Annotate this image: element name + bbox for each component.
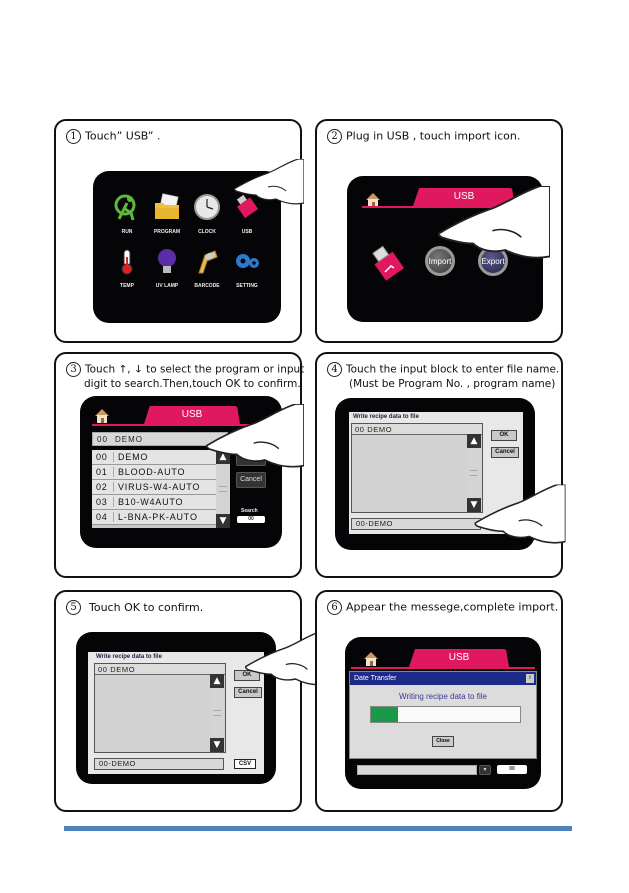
list-item[interactable]: 02 VIRUS-W4-AUTO	[92, 480, 216, 495]
csv-button[interactable]: CSV	[489, 519, 511, 529]
step-6-panel: 6 Appear the messege,complete import. USB…	[315, 590, 563, 812]
scroll-up-arrow-icon[interactable]: ▲	[210, 674, 224, 688]
usb-drive-icon	[233, 193, 261, 221]
search-label: Search	[241, 508, 258, 514]
scroll-up-arrow-icon[interactable]: ▲	[467, 434, 481, 448]
usb-screen: USB ▼ 00 Date Transfer x Writing recipe …	[345, 637, 541, 789]
usb-screen: USB Import Export	[347, 176, 543, 322]
tab-usb[interactable]: USB	[144, 406, 240, 424]
menu-item-usb[interactable]: USB	[227, 193, 267, 235]
running-man-icon	[113, 193, 141, 221]
menu-item-setting[interactable]: SETTING	[227, 247, 267, 289]
dialog-title-bar: Date Transfer x	[350, 672, 536, 685]
main-menu-screen: RUN PROGRAM CLOCK USB TEMP UV LAMP BARCO…	[93, 171, 281, 323]
step-4-caption: 4 Touch the input block to enter file nam…	[327, 362, 559, 391]
thermometer-icon	[113, 247, 141, 275]
menu-item-uv-lamp[interactable]: UV LAMP	[147, 247, 187, 289]
step-1-caption: 1 Touch” USB” .	[66, 129, 160, 144]
file-name-input[interactable]: 00-DEMO	[351, 518, 481, 530]
selected-program-field	[357, 765, 477, 775]
list-scrollbar[interactable]: ▲ ▼	[216, 450, 230, 528]
tab-underline	[351, 667, 535, 669]
close-button[interactable]: Close	[432, 736, 454, 747]
progress-bar	[370, 706, 521, 723]
write-file-dialog: Write recipe data to file 00 DEMO ▲ ▼ OK…	[88, 652, 264, 774]
usb-drive-icon	[372, 245, 405, 281]
home-icon[interactable]	[363, 651, 379, 667]
close-icon[interactable]: x	[526, 674, 534, 683]
menu-item-clock[interactable]: CLOCK	[187, 193, 227, 235]
selected-program-field[interactable]: 00 DEMO	[92, 432, 228, 446]
home-icon[interactable]	[94, 408, 110, 424]
progress-bar-fill	[371, 707, 398, 722]
write-file-dialog: Write recipe data to file 00 DEMO ▲ ▼ OK…	[349, 412, 523, 534]
program-list: 00 DEMO 01 BLOOD-AUTO 02 VIRUS-W4-AUTO 03 B1…	[92, 450, 216, 528]
scroll-down-arrow-icon[interactable]: ▼	[216, 514, 230, 528]
list-item[interactable]: 00 DEMO	[92, 450, 216, 465]
main-menu-grid: RUN PROGRAM CLOCK USB TEMP UV LAMP BARCO…	[107, 193, 267, 289]
scrollbar-grip[interactable]	[470, 470, 478, 476]
dialog-title: Write recipe data to file	[353, 414, 419, 420]
transfer-message: Writing recipe data to file	[399, 692, 487, 701]
tab-usb[interactable]: USB	[409, 649, 509, 667]
light-bulb-icon	[153, 247, 181, 275]
cancel-button[interactable]: Cancel	[491, 447, 519, 458]
menu-item-barcode[interactable]: BARCODE	[187, 247, 227, 289]
list-item[interactable]: 03 B10-W4AUTO	[92, 495, 216, 510]
step-5-panel: 5 Touch OK to confirm. Write recipe data …	[54, 590, 329, 812]
step-3-panel: 3 Touch ↑, ↓ to select the program or inp…	[54, 352, 304, 578]
tab-usb[interactable]: USB	[413, 188, 515, 206]
step-4-panel: 4 Touch the input block to enter file nam…	[315, 352, 566, 578]
folder-icon	[153, 193, 181, 221]
ok-button[interactable]: Ok	[236, 450, 266, 466]
import-button[interactable]: Import	[425, 246, 455, 276]
step-number: 1	[66, 129, 81, 144]
step-1-panel: 1 Touch” USB” . RUN PROGRAM CLOCK USB TE…	[54, 119, 304, 343]
dialog-title: Write recipe data to file	[96, 654, 162, 660]
step-5-caption: 5 Touch OK to confirm.	[66, 600, 203, 615]
scroll-down-arrow-icon[interactable]: ▼	[210, 738, 224, 752]
menu-item-run[interactable]: RUN	[107, 193, 147, 235]
tab-underline	[92, 424, 262, 426]
tab-underline	[362, 206, 522, 208]
list-scrollbar[interactable]: ▲ ▼	[467, 434, 481, 512]
scrollbar-grip[interactable]	[219, 486, 227, 492]
recipe-list: 00 DEMO	[351, 423, 483, 513]
list-item[interactable]: 01 BLOOD-AUTO	[92, 465, 216, 480]
file-name-input[interactable]: 00-DEMO	[94, 758, 224, 770]
scroll-up-arrow-icon[interactable]: ▲	[216, 450, 230, 464]
recipe-list: 00 DEMO	[94, 663, 226, 753]
step-2-panel: 2 Plug in USB , touch import icon. USB Im…	[315, 119, 563, 343]
cancel-button[interactable]: Cancel	[236, 472, 266, 488]
search-input[interactable]: 00	[237, 516, 265, 523]
date-transfer-dialog: Date Transfer x Writing recipe data to f…	[349, 671, 537, 759]
export-button[interactable]: Export	[478, 246, 508, 276]
footer-rule	[64, 826, 572, 831]
cancel-button[interactable]: Cancel	[234, 687, 262, 698]
scroll-down-arrow-icon[interactable]: ▼	[467, 498, 481, 512]
scroll-down-arrow-icon[interactable]: ▼	[479, 765, 491, 775]
csv-button[interactable]: CSV	[234, 759, 256, 769]
menu-item-temp[interactable]: TEMP	[107, 247, 147, 289]
selected-recipe[interactable]: 00 DEMO	[95, 664, 225, 675]
write-file-screen: Write recipe data to file 00 DEMO ▲ ▼ OK…	[76, 632, 276, 784]
scrollbar-grip[interactable]	[213, 710, 221, 716]
step-2-caption: 2 Plug in USB , touch import icon.	[327, 129, 520, 144]
gears-icon	[233, 247, 261, 275]
step-6-caption: 6 Appear the messege,complete import.	[327, 600, 558, 615]
search-input[interactable]: 00	[497, 765, 527, 774]
menu-item-program[interactable]: PROGRAM	[147, 193, 187, 235]
step-3-caption: 3 Touch ↑, ↓ to select the program or inp…	[66, 362, 304, 391]
program-select-screen: USB 00 DEMO 00 DEMO 01 BLOOD-AUTO 02 VIRUS-W…	[80, 396, 282, 548]
clock-icon	[193, 193, 221, 221]
write-file-screen: Write recipe data to file 00 DEMO ▲ ▼ OK…	[335, 398, 535, 550]
ok-button[interactable]: OK	[491, 430, 517, 441]
selected-recipe[interactable]: 00 DEMO	[352, 424, 482, 435]
list-scrollbar[interactable]: ▲ ▼	[210, 674, 224, 752]
ok-button[interactable]: OK	[234, 670, 260, 681]
list-item[interactable]: 04 L-BNA-PK-AUTO	[92, 510, 216, 525]
barcode-scanner-icon	[193, 247, 221, 275]
